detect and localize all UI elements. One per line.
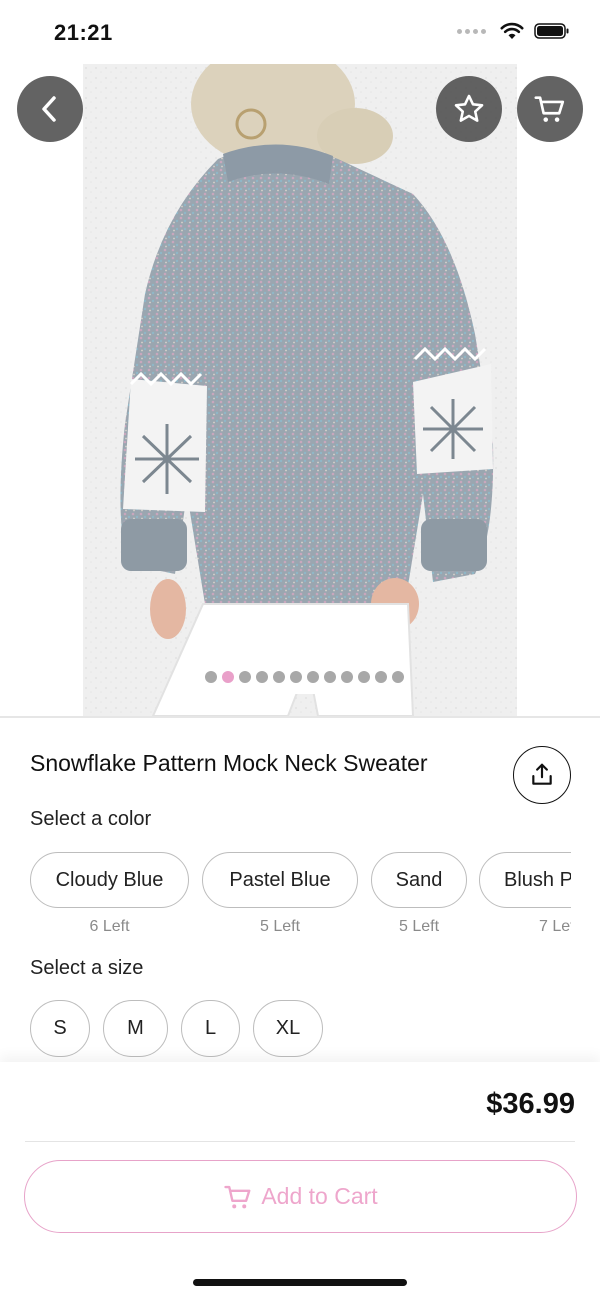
wifi-icon [500,22,524,39]
size-option-l[interactable]: L [181,1000,240,1057]
pager-dot[interactable] [307,671,319,683]
pager-dot[interactable] [392,671,404,683]
back-button[interactable] [17,76,83,142]
product-price: $36.99 [486,1088,575,1120]
pager-dot[interactable] [290,671,302,683]
star-icon [454,94,484,122]
status-icons [457,22,570,40]
cart-icon [534,96,565,122]
cart-button[interactable] [517,76,583,142]
color-section-label: Select a color [30,808,152,830]
image-pager[interactable] [191,660,408,694]
color-option-cloudy-blue[interactable]: Cloudy Blue [30,852,189,908]
add-to-cart-button[interactable]: Add to Cart [24,1160,577,1233]
image-divider [0,716,600,718]
size-option-xl[interactable]: XL [253,1000,323,1057]
cellular-signal-icon [457,28,486,34]
size-option-m[interactable]: M [103,1000,168,1057]
share-button[interactable] [513,746,571,804]
color-option-sand[interactable]: Sand [371,852,467,908]
favorite-button[interactable] [436,76,502,142]
product-photo [83,64,517,716]
pager-dot[interactable] [222,671,234,683]
cart-icon [224,1185,251,1208]
color-option-blush-pink[interactable]: Blush Pink [479,852,571,908]
status-bar: 21:21 [0,0,600,64]
size-option-s[interactable]: S [30,1000,90,1057]
pager-dot[interactable] [341,671,353,683]
color-stock-cloudy-blue: 6 Left [89,918,130,935]
pager-dot[interactable] [239,671,251,683]
pager-dot[interactable] [205,671,217,683]
size-section-label: Select a size [30,957,144,979]
home-indicator [193,1279,407,1286]
share-icon [532,763,552,785]
product-image-gallery[interactable] [0,64,600,716]
pager-dot[interactable] [324,671,336,683]
color-stock-pastel-blue: 5 Left [259,918,301,935]
pager-dot[interactable] [273,671,285,683]
pager-dot[interactable] [358,671,370,683]
color-stock-sand: 5 Left [398,918,440,935]
status-time: 21:21 [54,20,113,45]
price-divider [25,1141,575,1142]
add-to-cart-label: Add to Cart [261,1183,378,1209]
color-stock-blush-pink: 7 Left [538,918,571,935]
product-title: Snowflake Pattern Mock Neck Sweater [30,750,428,776]
pager-dot[interactable] [375,671,387,683]
color-options: Cloudy Blue 6 Left Pastel Blue 5 Left Sa… [30,852,571,942]
color-option-pastel-blue[interactable]: Pastel Blue [202,852,358,908]
pager-dot[interactable] [256,671,268,683]
chevron-left-icon [42,96,56,122]
battery-icon [534,23,569,39]
